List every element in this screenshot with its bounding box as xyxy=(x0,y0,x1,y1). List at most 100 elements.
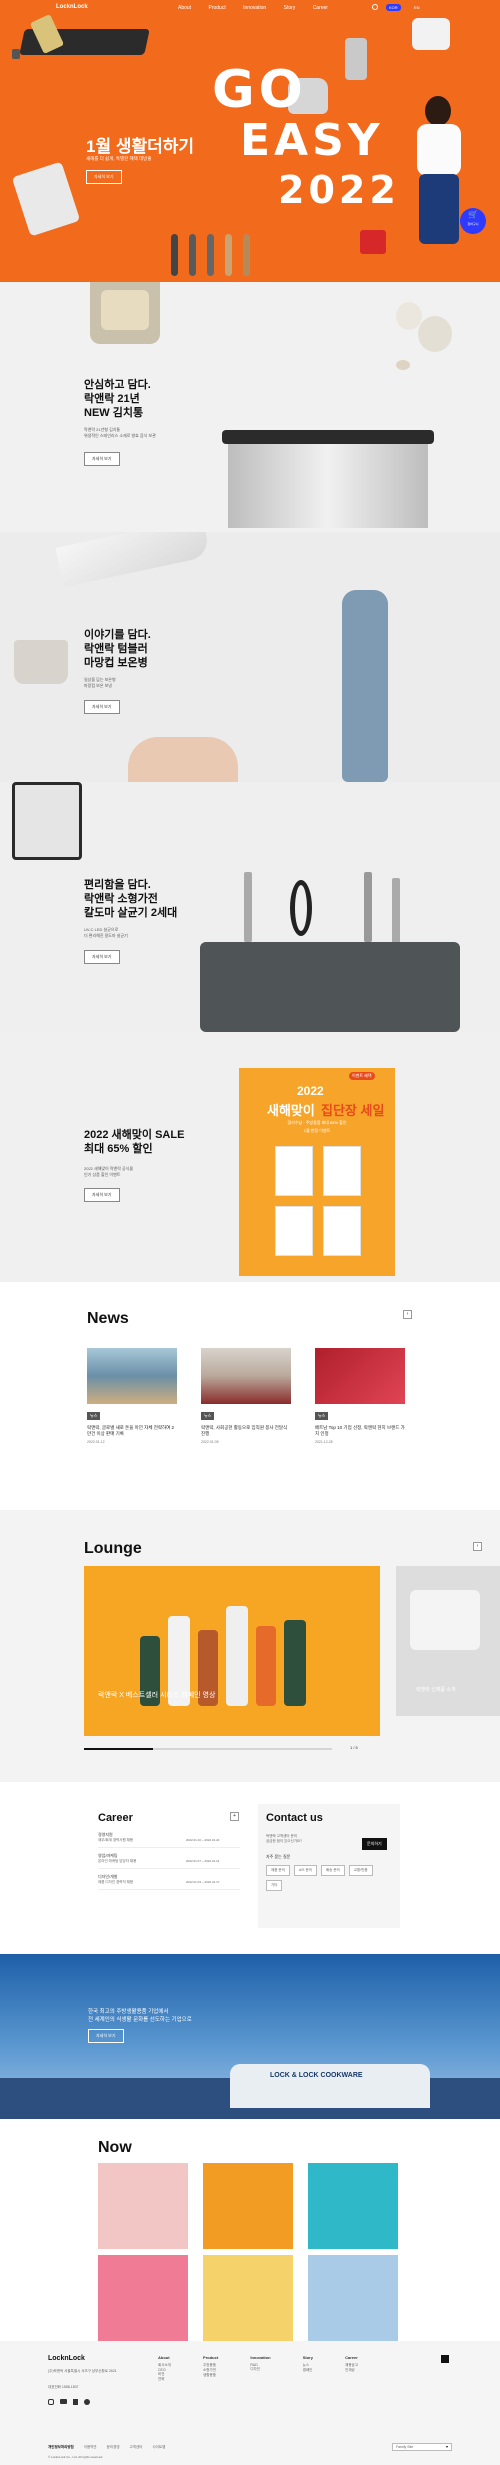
footer-bottom-link[interactable]: 사이트맵 xyxy=(152,2445,165,2450)
headquarters-building-image: LOCK & LOCK COOKWARE xyxy=(0,2054,500,2119)
hero-more-button[interactable]: 자세히 보기 xyxy=(86,170,122,184)
family-site-select[interactable]: Family Site ▾ xyxy=(392,2443,452,2451)
footer-logo[interactable]: LocknLock xyxy=(48,2355,85,2362)
promo-sale-section: 2022 새해맞이 SALE 최대 65% 할인 2022 새해맞이 락앤락 공… xyxy=(0,1032,500,1282)
footer-link[interactable]: 캠페인 xyxy=(303,2368,313,2373)
news-tag: 뉴스 xyxy=(315,1412,329,1420)
promo-tumbler-more-button[interactable]: 자세히 보기 xyxy=(84,700,120,714)
footer-bottom-link[interactable]: 고객센터 xyxy=(130,2445,143,2450)
blog-icon[interactable] xyxy=(84,2399,90,2405)
garlic-image xyxy=(392,302,482,382)
yellow-tumbler-tile[interactable] xyxy=(203,2255,293,2341)
news-card[interactable]: 뉴스 락앤락, 사회공헌 활동으로 임직원 봉사 전달식 진행 2022.01.… xyxy=(201,1348,291,1444)
footer-col: Story 뉴스 캠페인 xyxy=(303,2355,313,2382)
pink-sale-tile[interactable] xyxy=(98,2255,188,2341)
youtube-icon[interactable] xyxy=(60,2399,67,2404)
banner-more-button[interactable]: 자세히 보기 xyxy=(88,2029,124,2043)
lounge-side-card[interactable]: 락앤락 신제품 소개 xyxy=(396,1566,500,1716)
faq-chip[interactable]: A/S 문의 xyxy=(293,1865,317,1876)
promo-sterilizer-title: 편리함을 담다. 락앤락 소형가전 칼도마 살균기 2세대 xyxy=(84,879,178,919)
footer-phone: 대표전화 1588-1807 xyxy=(48,2385,79,2389)
career-panel: Career + 경영지원 재무/회계 경력사원 채용 2022.01.10 ~… xyxy=(98,1812,240,1890)
footer-link[interactable]: 인재상 xyxy=(345,2368,358,2373)
facebook-icon[interactable] xyxy=(73,2399,78,2405)
career-item[interactable]: 영업/마케팅 온라인 마케팅 담당자 채용 2022.01.07 ~ 2022.… xyxy=(98,1853,240,1869)
now-heading: Now xyxy=(98,2139,132,2156)
pink-product-tile[interactable] xyxy=(98,2163,188,2249)
footer-social xyxy=(48,2399,90,2405)
faq-chip[interactable]: 배송 문의 xyxy=(320,1865,345,1876)
nav-product[interactable]: Product xyxy=(208,5,225,11)
news-date: 2021.12.28 xyxy=(315,1440,333,1444)
contact-heading: Contact us xyxy=(266,1812,323,1824)
lang-button[interactable]: KOR xyxy=(386,4,401,11)
lounge-main-card[interactable]: 락앤락 X 베스트셀러 시리즈 캠페인 영상 xyxy=(84,1566,380,1736)
news-title: 락앤락, 사회공헌 활동으로 임직원 봉사 전달식 진행 xyxy=(201,1425,288,1436)
blue-tumbler-image xyxy=(342,590,388,782)
lang-switch[interactable]: EN xyxy=(414,5,420,10)
search-icon[interactable] xyxy=(372,4,378,10)
sale-poster-grid xyxy=(275,1146,361,1256)
cart-fab-label: 장바구니 xyxy=(467,222,479,226)
footer-bottom-link[interactable]: 개인정보처리방침 xyxy=(48,2445,74,2450)
footer: LocknLock (주)락앤락 서울특별시 서초구 남부순환로 2621 대표… xyxy=(0,2341,500,2465)
news-thumbnail xyxy=(87,1348,177,1404)
footer-bottom-link[interactable]: 윤리경영 xyxy=(107,2445,120,2450)
scroll-top-button[interactable] xyxy=(441,2355,449,2363)
instagram-icon[interactable] xyxy=(48,2399,54,2405)
sale-poster-headline-1: 새해맞이 xyxy=(267,1103,315,1118)
logo[interactable]: LocknLock xyxy=(56,4,88,10)
news-card[interactable]: 뉴스 베트남 Top 10 기업 선정, 락앤락 현지 브랜드 가치 인정 20… xyxy=(315,1348,405,1444)
promo-kimchi-more-button[interactable]: 자세히 보기 xyxy=(84,452,120,466)
cart-fab[interactable]: 🛒 장바구니 xyxy=(460,208,486,234)
teal-knife-tile[interactable] xyxy=(308,2163,398,2249)
news-date: 2022.01.12 xyxy=(87,1440,105,1444)
hero-deco-year: 2022 xyxy=(278,168,400,212)
nav-career[interactable]: Career xyxy=(313,5,328,11)
nav-innovation[interactable]: Innovation xyxy=(243,5,266,11)
faq-chips: 제품 문의 A/S 문의 배송 문의 교환/반품 기타 xyxy=(266,1865,386,1891)
hero-blender-image xyxy=(345,38,367,80)
footer-copyright: © LocknLock Co., Ltd. All rights reserve… xyxy=(48,2455,104,2459)
career-item[interactable]: 경영지원 재무/회계 경력사원 채용 2022.01.10 ~ 2022.01.… xyxy=(98,1832,240,1848)
news-arrow-icon[interactable]: › xyxy=(403,1310,412,1319)
lounge-main-caption: 락앤락 X 베스트셀러 시리즈 캠페인 영상 xyxy=(98,1692,216,1699)
promo-sterilizer-section: 편리함을 담다. 락앤락 소형가전 칼도마 살균기 2세대 UV-C LED 살… xyxy=(0,782,500,1032)
promo-sale-more-button[interactable]: 자세히 보기 xyxy=(84,1188,120,1202)
promo-sale-title: 2022 새해맞이 SALE 최대 65% 할인 xyxy=(84,1129,185,1155)
footer-bottom-link[interactable]: 이용약관 xyxy=(84,2445,97,2450)
promo-sterilizer-more-button[interactable]: 자세히 보기 xyxy=(84,950,120,964)
lounge-side-caption: 락앤락 신제품 소개 xyxy=(416,1687,456,1693)
news-card[interactable]: 뉴스 락앤락, 글로벌 새로 돈을 아낀 자체 전략하여 2만건 이상 판매 기… xyxy=(87,1348,177,1444)
kimchi-top-image xyxy=(90,282,160,344)
footer-link[interactable]: 연혁 xyxy=(158,2377,171,2382)
faq-chip[interactable]: 교환/반품 xyxy=(348,1865,373,1876)
footer-col-heading: Product xyxy=(203,2355,219,2360)
knife-block-image xyxy=(200,872,460,1032)
sale-poster[interactable]: 이벤트 혜택 2022 새해맞이 집단장 세일 정리수납 · 주방용품 최대 6… xyxy=(239,1068,395,1276)
banner-text: 한국 최고의 주방생활용품 기업에서 전 세계인의 식생활 문화를 선도하는 기… xyxy=(88,2009,192,2023)
contact-cta-button[interactable]: 문의하기 xyxy=(362,1838,387,1850)
faq-chip[interactable]: 기타 xyxy=(266,1880,283,1891)
sale-poster-sub-2: 1월 한정 이벤트 xyxy=(303,1128,331,1133)
promo-kimchi-section: 안심하고 담다. 락앤락 21년 NEW 김치통 락앤락 21년형 김치통 위생… xyxy=(0,282,500,532)
cutting-board-sterilizer-image xyxy=(12,782,82,860)
blue-container-tile[interactable] xyxy=(308,2255,398,2341)
nav-story[interactable]: Story xyxy=(284,5,296,11)
faq-chip[interactable]: 제품 문의 xyxy=(266,1865,290,1876)
career-plus-icon[interactable]: + xyxy=(230,1812,239,1821)
nav-about[interactable]: About xyxy=(178,5,191,11)
footer-link[interactable]: 생활용품 xyxy=(203,2373,218,2378)
lounge-progress-track[interactable] xyxy=(84,1748,332,1750)
hero-deco-go: GO xyxy=(212,60,307,120)
career-item[interactable]: 디자인/개발 제품 디자인 경력직 채용 2022.01.03 ~ 2022.0… xyxy=(98,1874,240,1890)
footer-col-heading: Innovation xyxy=(250,2355,271,2360)
kimchi-container-image xyxy=(222,430,434,528)
footer-columns: About 회사소개 CEO 비전 연혁 Product 주방용품 소형가전 생… xyxy=(158,2355,358,2382)
orange-tumbler-tile[interactable] xyxy=(203,2163,293,2249)
lounge-arrow-icon[interactable]: › xyxy=(473,1542,482,1551)
sale-poster-headline-2: 집단장 세일 xyxy=(321,1103,385,1118)
promo-tumbler-desc: 일상을 담는 보온병 마망컵 보온 보냉 xyxy=(84,677,116,688)
footer-link[interactable]: 디자인 xyxy=(250,2367,270,2372)
organizer-icon xyxy=(323,1206,361,1256)
